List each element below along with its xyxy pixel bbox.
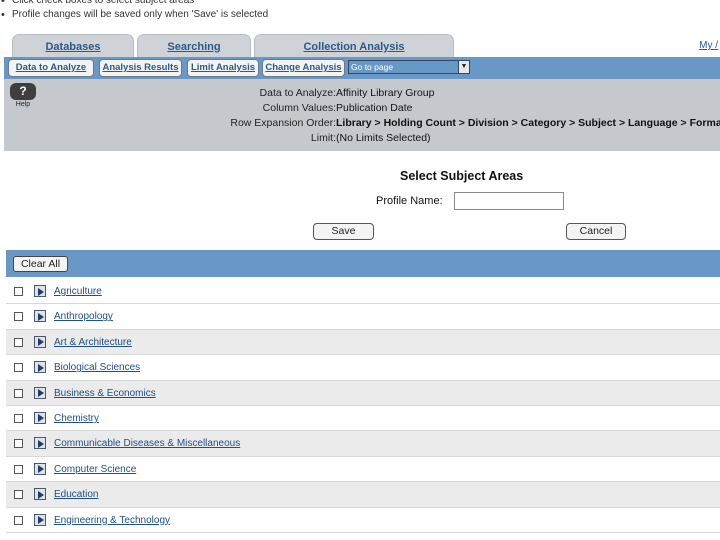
goto-page-select[interactable]: Go to page ▼ — [348, 60, 470, 74]
goto-page-value: Go to page — [351, 62, 394, 72]
subject-checkbox[interactable] — [14, 312, 23, 322]
subject-list: Agriculture Anthropology Art & Architect… — [6, 279, 720, 533]
page-title: Select Subject Areas — [400, 169, 524, 183]
subject-checkbox[interactable] — [14, 363, 23, 373]
instructions-list: Click check boxes to select subject area… — [0, 0, 720, 22]
save-button[interactable]: Save — [313, 223, 374, 240]
info-value: Affinity Library Group — [336, 87, 435, 99]
list-item: Biological Sciences — [6, 355, 720, 381]
subject-checkbox[interactable] — [14, 388, 23, 398]
data-to-analyze-button[interactable]: Data to Analyze — [8, 59, 94, 77]
subject-link[interactable]: Education — [54, 489, 98, 500]
expand-arrow-icon[interactable] — [34, 361, 46, 374]
subject-link[interactable]: Communicable Diseases & Miscellaneous — [54, 438, 240, 449]
list-item: Agriculture — [6, 279, 720, 305]
analysis-info-panel: ? Help Data to Analyze: Affinity Library… — [4, 79, 720, 151]
expand-arrow-icon[interactable] — [34, 437, 46, 450]
list-item: Communicable Diseases & Miscellaneous — [6, 431, 720, 457]
info-label: Data to Analyze: — [259, 87, 336, 99]
limit-analysis-button[interactable]: Limit Analysis — [187, 59, 259, 77]
subject-link[interactable]: Biological Sciences — [54, 362, 140, 373]
cancel-button[interactable]: Cancel — [566, 223, 626, 240]
info-row-expansion: Row Expansion Order: Library > Holding C… — [4, 116, 720, 131]
expand-arrow-icon[interactable] — [34, 513, 46, 526]
clear-all-button[interactable]: Clear All — [13, 256, 68, 272]
profile-name-label: Profile Name: — [376, 195, 443, 207]
info-value: Publication Date — [336, 102, 413, 114]
tab-databases[interactable]: Databases — [12, 34, 134, 58]
expand-arrow-icon[interactable] — [34, 335, 46, 348]
subject-checkbox[interactable] — [14, 439, 23, 449]
tab-searching[interactable]: Searching — [137, 34, 251, 58]
expand-arrow-icon[interactable] — [34, 462, 46, 475]
analysis-toolbar: Data to Analyze Analysis Results Limit A… — [4, 57, 720, 79]
list-item: Business & Economics — [6, 380, 720, 406]
subject-list-header: Clear All — [6, 250, 720, 277]
subject-checkbox[interactable] — [14, 287, 23, 296]
info-label: Column Values: — [262, 102, 336, 114]
subject-checkbox[interactable] — [14, 515, 23, 525]
instruction-item: Click check boxes to select subject area… — [0, 0, 720, 8]
info-value: Library > Holding Count > Division > Cat… — [336, 117, 720, 129]
subject-link[interactable]: Anthropology — [54, 311, 113, 322]
main-tabs: Databases Searching Collection Analysis … — [0, 32, 720, 58]
my-account-link[interactable]: My / — [699, 40, 718, 51]
list-item: Education — [6, 482, 720, 508]
info-row-columns: Column Values: Publication Date — [4, 101, 720, 116]
info-row-data: Data to Analyze: Affinity Library Group — [4, 86, 720, 101]
subject-checkbox[interactable] — [14, 490, 23, 500]
info-value: (No Limits Selected) — [336, 132, 431, 144]
subject-link[interactable]: Computer Science — [54, 464, 136, 475]
list-item: Anthropology — [6, 304, 720, 330]
profile-name-input[interactable] — [454, 192, 564, 210]
list-item: Art & Architecture — [6, 329, 720, 356]
list-item: Computer Science — [6, 456, 720, 483]
subject-link[interactable]: Agriculture — [54, 286, 102, 297]
subject-link[interactable]: Business & Economics — [54, 388, 156, 399]
subject-checkbox[interactable] — [14, 337, 23, 347]
subject-link[interactable]: Chemistry — [54, 413, 99, 424]
expand-arrow-icon[interactable] — [34, 285, 46, 297]
expand-arrow-icon[interactable] — [34, 488, 46, 501]
subject-checkbox[interactable] — [14, 464, 23, 474]
info-row-limit: Limit: (No Limits Selected) — [4, 131, 720, 146]
list-item: Chemistry — [6, 405, 720, 432]
change-analysis-button[interactable]: Change Analysis — [262, 59, 345, 77]
info-label: Row Expansion Order: — [230, 117, 336, 129]
chevron-down-icon[interactable]: ▼ — [458, 61, 469, 73]
subject-link[interactable]: Art & Architecture — [54, 337, 132, 348]
analysis-results-button[interactable]: Analysis Results — [99, 59, 182, 77]
subject-checkbox[interactable] — [14, 413, 23, 423]
tab-collection-analysis[interactable]: Collection Analysis — [254, 34, 454, 58]
instruction-item: Profile changes will be saved only when … — [0, 8, 720, 22]
expand-arrow-icon[interactable] — [34, 386, 46, 399]
info-label: Limit: — [310, 132, 336, 144]
subject-link[interactable]: Engineering & Technology — [54, 515, 170, 526]
list-item: Engineering & Technology — [6, 507, 720, 533]
expand-arrow-icon[interactable] — [34, 411, 46, 424]
expand-arrow-icon[interactable] — [34, 310, 46, 323]
